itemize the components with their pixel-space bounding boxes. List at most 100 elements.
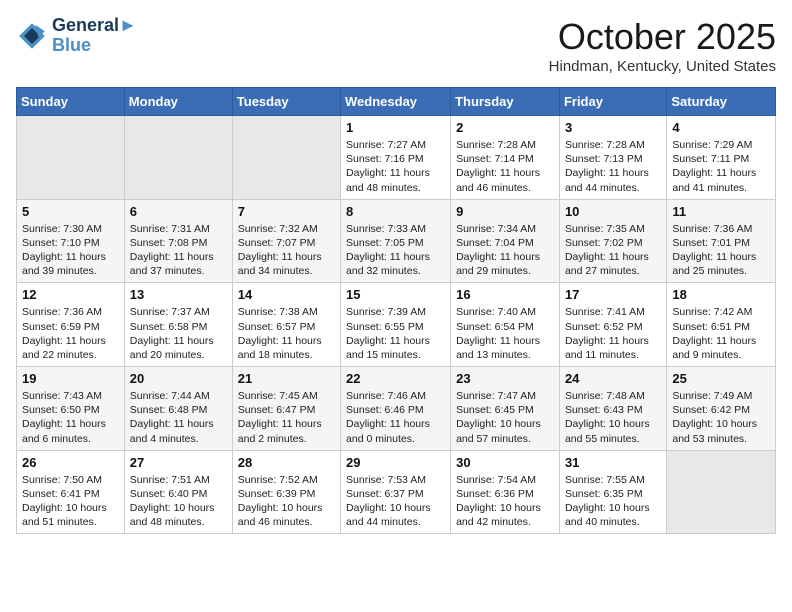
day-number: 28: [238, 455, 335, 470]
calendar-cell: 20 Sunrise: 7:44 AM Sunset: 6:48 PM Dayli…: [124, 367, 232, 451]
day-info: Sunrise: 7:50 AM Sunset: 6:41 PM Dayligh…: [22, 473, 119, 530]
day-info: Sunrise: 7:53 AM Sunset: 6:37 PM Dayligh…: [346, 473, 445, 530]
day-info: Sunrise: 7:54 AM Sunset: 6:36 PM Dayligh…: [456, 473, 554, 530]
calendar-cell: [232, 116, 340, 200]
calendar-cell: 9 Sunrise: 7:34 AM Sunset: 7:04 PM Daylig…: [451, 199, 560, 283]
day-info: Sunrise: 7:28 AM Sunset: 7:14 PM Dayligh…: [456, 138, 554, 195]
day-number: 24: [565, 371, 661, 386]
day-info: Sunrise: 7:39 AM Sunset: 6:55 PM Dayligh…: [346, 305, 445, 362]
calendar-cell: 28 Sunrise: 7:52 AM Sunset: 6:39 PM Dayli…: [232, 450, 340, 534]
day-number: 5: [22, 204, 119, 219]
day-info: Sunrise: 7:55 AM Sunset: 6:35 PM Dayligh…: [565, 473, 661, 530]
day-number: 27: [130, 455, 227, 470]
calendar-cell: 16 Sunrise: 7:40 AM Sunset: 6:54 PM Dayli…: [451, 283, 560, 367]
day-number: 3: [565, 120, 661, 135]
calendar-cell: 6 Sunrise: 7:31 AM Sunset: 7:08 PM Daylig…: [124, 199, 232, 283]
weekday-header-wednesday: Wednesday: [341, 88, 451, 116]
day-number: 20: [130, 371, 227, 386]
calendar-cell: 2 Sunrise: 7:28 AM Sunset: 7:14 PM Daylig…: [451, 116, 560, 200]
day-number: 30: [456, 455, 554, 470]
day-info: Sunrise: 7:42 AM Sunset: 6:51 PM Dayligh…: [672, 305, 770, 362]
calendar-cell: 26 Sunrise: 7:50 AM Sunset: 6:41 PM Dayli…: [17, 450, 125, 534]
day-info: Sunrise: 7:31 AM Sunset: 7:08 PM Dayligh…: [130, 222, 227, 279]
day-info: Sunrise: 7:35 AM Sunset: 7:02 PM Dayligh…: [565, 222, 661, 279]
calendar-cell: 21 Sunrise: 7:45 AM Sunset: 6:47 PM Dayli…: [232, 367, 340, 451]
logo-icon: [16, 20, 48, 52]
weekday-header-sunday: Sunday: [17, 88, 125, 116]
day-info: Sunrise: 7:48 AM Sunset: 6:43 PM Dayligh…: [565, 389, 661, 446]
day-number: 1: [346, 120, 445, 135]
day-info: Sunrise: 7:52 AM Sunset: 6:39 PM Dayligh…: [238, 473, 335, 530]
calendar-cell: 15 Sunrise: 7:39 AM Sunset: 6:55 PM Dayli…: [341, 283, 451, 367]
day-number: 13: [130, 287, 227, 302]
day-info: Sunrise: 7:33 AM Sunset: 7:05 PM Dayligh…: [346, 222, 445, 279]
week-row-1: 1 Sunrise: 7:27 AM Sunset: 7:16 PM Daylig…: [17, 116, 776, 200]
calendar-cell: 24 Sunrise: 7:48 AM Sunset: 6:43 PM Dayli…: [559, 367, 666, 451]
day-number: 6: [130, 204, 227, 219]
calendar-cell: [17, 116, 125, 200]
day-info: Sunrise: 7:40 AM Sunset: 6:54 PM Dayligh…: [456, 305, 554, 362]
calendar-cell: 25 Sunrise: 7:49 AM Sunset: 6:42 PM Dayli…: [667, 367, 776, 451]
day-info: Sunrise: 7:49 AM Sunset: 6:42 PM Dayligh…: [672, 389, 770, 446]
calendar-cell: 5 Sunrise: 7:30 AM Sunset: 7:10 PM Daylig…: [17, 199, 125, 283]
calendar-table: SundayMondayTuesdayWednesdayThursdayFrid…: [16, 87, 776, 534]
day-number: 31: [565, 455, 661, 470]
weekday-header-saturday: Saturday: [667, 88, 776, 116]
day-number: 17: [565, 287, 661, 302]
weekday-header-thursday: Thursday: [451, 88, 560, 116]
day-number: 23: [456, 371, 554, 386]
day-info: Sunrise: 7:44 AM Sunset: 6:48 PM Dayligh…: [130, 389, 227, 446]
calendar-cell: 29 Sunrise: 7:53 AM Sunset: 6:37 PM Dayli…: [341, 450, 451, 534]
day-info: Sunrise: 7:45 AM Sunset: 6:47 PM Dayligh…: [238, 389, 335, 446]
weekday-header-tuesday: Tuesday: [232, 88, 340, 116]
day-info: Sunrise: 7:37 AM Sunset: 6:58 PM Dayligh…: [130, 305, 227, 362]
day-info: Sunrise: 7:43 AM Sunset: 6:50 PM Dayligh…: [22, 389, 119, 446]
calendar-cell: 7 Sunrise: 7:32 AM Sunset: 7:07 PM Daylig…: [232, 199, 340, 283]
calendar-cell: 27Sunrise: 7:51 AM Sunset: 6:40 PM Dayli…: [124, 450, 232, 534]
calendar-cell: 3Sunrise: 7:28 AM Sunset: 7:13 PM Daylig…: [559, 116, 666, 200]
calendar-cell: 22Sunrise: 7:46 AM Sunset: 6:46 PM Dayli…: [341, 367, 451, 451]
day-info: Sunrise: 7:32 AM Sunset: 7:07 PM Dayligh…: [238, 222, 335, 279]
day-number: 14: [238, 287, 335, 302]
calendar-cell: 31 Sunrise: 7:55 AM Sunset: 6:35 PM Dayli…: [559, 450, 666, 534]
week-row-3: 12 Sunrise: 7:36 AM Sunset: 6:59 PM Dayli…: [17, 283, 776, 367]
day-number: 2: [456, 120, 554, 135]
location: Hindman, Kentucky, United States: [549, 58, 776, 75]
day-number: 7: [238, 204, 335, 219]
calendar-cell: 13 Sunrise: 7:37 AM Sunset: 6:58 PM Dayli…: [124, 283, 232, 367]
day-number: 10: [565, 204, 661, 219]
calendar-cell: 30 Sunrise: 7:54 AM Sunset: 6:36 PM Dayli…: [451, 450, 560, 534]
calendar-cell: 12 Sunrise: 7:36 AM Sunset: 6:59 PM Dayli…: [17, 283, 125, 367]
day-number: 9: [456, 204, 554, 219]
day-number: 21: [238, 371, 335, 386]
day-number: 29: [346, 455, 445, 470]
day-number: 16: [456, 287, 554, 302]
week-row-4: 19 Sunrise: 7:43 AM Sunset: 6:50 PM Dayli…: [17, 367, 776, 451]
day-number: 26: [22, 455, 119, 470]
weekday-header-friday: Friday: [559, 88, 666, 116]
weekday-header-row: SundayMondayTuesdayWednesdayThursdayFrid…: [17, 88, 776, 116]
day-info: Sunrise: 7:36 AM Sunset: 6:59 PM Dayligh…: [22, 305, 119, 362]
calendar-cell: [667, 450, 776, 534]
day-info: Sunrise: 7:47 AM Sunset: 6:45 PM Dayligh…: [456, 389, 554, 446]
day-number: 12: [22, 287, 119, 302]
calendar-cell: 19 Sunrise: 7:43 AM Sunset: 6:50 PM Dayli…: [17, 367, 125, 451]
day-info: Sunrise: 7:34 AM Sunset: 7:04 PM Dayligh…: [456, 222, 554, 279]
week-row-5: 26 Sunrise: 7:50 AM Sunset: 6:41 PM Dayli…: [17, 450, 776, 534]
day-number: 25: [672, 371, 770, 386]
day-info: Sunrise: 7:27 AM Sunset: 7:16 PM Dayligh…: [346, 138, 445, 195]
calendar-cell: 8Sunrise: 7:33 AM Sunset: 7:05 PM Daylig…: [341, 199, 451, 283]
day-number: 15: [346, 287, 445, 302]
month-title: October 2025: [549, 16, 776, 58]
calendar-cell: 23 Sunrise: 7:47 AM Sunset: 6:45 PM Dayli…: [451, 367, 560, 451]
logo-text: General► Blue: [52, 16, 137, 56]
day-info: Sunrise: 7:46 AM Sunset: 6:46 PM Dayligh…: [346, 389, 445, 446]
day-info: Sunrise: 7:38 AM Sunset: 6:57 PM Dayligh…: [238, 305, 335, 362]
calendar-cell: 14 Sunrise: 7:38 AM Sunset: 6:57 PM Dayli…: [232, 283, 340, 367]
day-number: 11: [672, 204, 770, 219]
day-number: 19: [22, 371, 119, 386]
day-info: Sunrise: 7:30 AM Sunset: 7:10 PM Dayligh…: [22, 222, 119, 279]
day-info: Sunrise: 7:41 AM Sunset: 6:52 PM Dayligh…: [565, 305, 661, 362]
page-header: General► Blue October 2025 Hindman, Kent…: [16, 16, 776, 75]
calendar-cell: [124, 116, 232, 200]
